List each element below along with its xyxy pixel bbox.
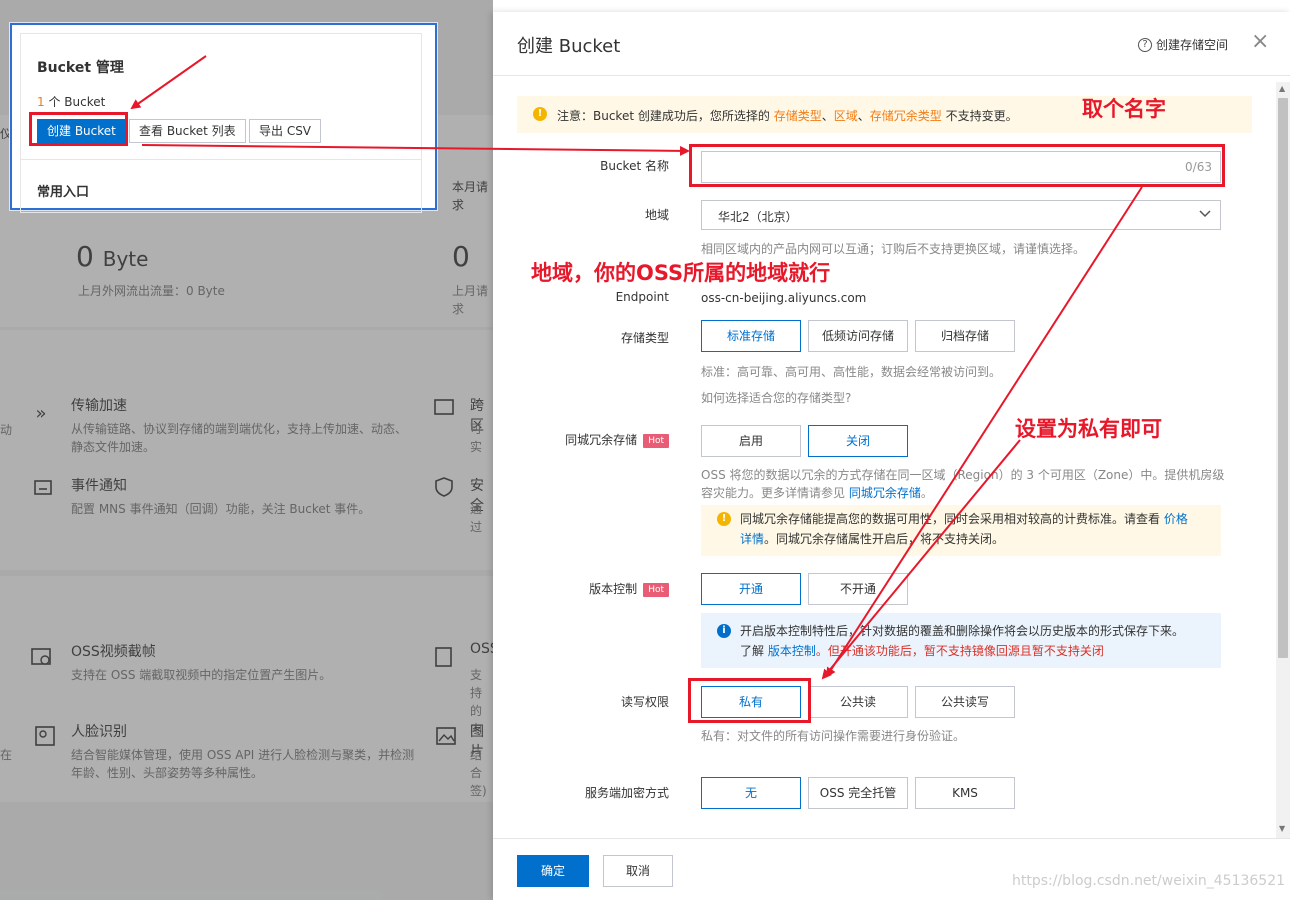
- acl-label: 读写权限: [620, 695, 669, 709]
- storage-class-label: 存储类型: [620, 331, 669, 345]
- region-select[interactable]: 华北2（北京）: [701, 200, 1221, 230]
- help-link[interactable]: ? 创建存储空间: [1138, 36, 1228, 53]
- confirm-button[interactable]: 确定: [517, 855, 589, 887]
- acl-public-read-option[interactable]: 公共读: [808, 686, 908, 718]
- chevron-down-icon: [1198, 206, 1212, 224]
- zrs-enable-option[interactable]: 启用: [701, 425, 801, 457]
- scrollbar-thumb[interactable]: [1278, 98, 1288, 658]
- versioning-label: 版本控制 Hot: [469, 580, 669, 597]
- drawer-scrollbar[interactable]: ▲ ▼: [1276, 82, 1290, 838]
- zrs-disable-option[interactable]: 关闭: [808, 425, 908, 457]
- bucket-name-label: Bucket 名称: [600, 159, 669, 173]
- storage-archive-option[interactable]: 归档存储: [915, 320, 1015, 352]
- annotation-box-create-button: [29, 112, 128, 146]
- zrs-doc-link[interactable]: 同城冗余存储: [849, 486, 921, 500]
- warning-icon: !: [717, 512, 731, 526]
- annotation-box-acl-private: [688, 678, 811, 723]
- export-csv-button[interactable]: 导出 CSV: [249, 119, 322, 143]
- warning-icon: !: [533, 107, 547, 121]
- acl-hint: 私有：对文件的所有访问操作需要进行身份验证。: [701, 729, 966, 743]
- scroll-up-icon[interactable]: ▲: [1279, 84, 1285, 93]
- annotation-name-tip: 取个名字: [1082, 97, 1166, 121]
- help-link-label: 创建存储空间: [1156, 38, 1229, 52]
- cancel-button[interactable]: 取消: [603, 855, 673, 887]
- versioning-enable-option[interactable]: 开通: [701, 573, 801, 605]
- drawer-title: 创建 Bucket: [517, 36, 621, 57]
- scroll-down-icon[interactable]: ▼: [1279, 824, 1285, 833]
- close-icon[interactable]: ×: [1251, 31, 1269, 53]
- encryption-label: 服务端加密方式: [584, 786, 669, 800]
- common-entry-title: 常用入口: [37, 185, 90, 200]
- info-icon: i: [717, 624, 731, 638]
- versioning-info-box: i 开启版本控制特性后，针对数据的覆盖和删除操作将会以历史版本的形式保存下来。 …: [701, 613, 1221, 668]
- hot-badge: Hot: [643, 583, 669, 597]
- region-value: 华北2（北京）: [718, 210, 798, 224]
- drawer-header: 创建 Bucket ? 创建存储空间 ×: [493, 12, 1290, 76]
- storage-class-help-link[interactable]: 如何选择适合您的存储类型?: [701, 389, 851, 407]
- encryption-none-option[interactable]: 无: [701, 777, 801, 809]
- help-icon: ?: [1138, 37, 1152, 52]
- bucket-card-title: Bucket 管理: [37, 60, 124, 76]
- versioning-info-text: 开启版本控制特性后，针对数据的覆盖和删除操作将会以历史版本的形式保存下来。 了解…: [740, 624, 1185, 658]
- storage-class-hint: 标准：高可靠、高可用、高性能，数据会经常被访问到。: [701, 365, 1002, 379]
- storage-standard-option[interactable]: 标准存储: [701, 320, 801, 352]
- annotation-region-tip: 地域，你的OSS所属的地域就行: [531, 261, 831, 285]
- annotation-acl-tip: 设置为私有即可: [1015, 417, 1162, 441]
- drawer-footer: 确定 取消: [493, 838, 1290, 900]
- annotation-box-bucket-name: [689, 144, 1225, 187]
- versioning-doc-link[interactable]: 版本控制: [768, 644, 816, 658]
- notice-text: 注意：Bucket 创建成功后，您所选择的 存储类型、区域、存储冗余类型 不支持…: [557, 109, 1018, 123]
- versioning-disable-option[interactable]: 不开通: [808, 573, 908, 605]
- bucket-count: 1 个 Bucket: [37, 95, 106, 109]
- view-bucket-list-button[interactable]: 查看 Bucket 列表: [129, 119, 246, 143]
- price-link[interactable]: 价格: [1164, 512, 1188, 526]
- zrs-warning-box: ! 同城冗余存储能提高您的数据可用性，同时会采用相对较高的计费标准。请查看 价格…: [701, 505, 1221, 556]
- region-label: 地域: [644, 208, 669, 222]
- acl-public-read-write-option[interactable]: 公共读写: [915, 686, 1015, 718]
- zrs-warning-text: 同城冗余存储能提高您的数据可用性，同时会采用相对较高的计费标准。请查看 价格 详…: [740, 512, 1188, 546]
- endpoint-label: Endpoint: [615, 290, 669, 304]
- encryption-oss-option[interactable]: OSS 完全托管: [808, 777, 908, 809]
- storage-ia-option[interactable]: 低频访问存储: [808, 320, 908, 352]
- encryption-kms-option[interactable]: KMS: [915, 777, 1015, 809]
- price-detail-link[interactable]: 详情: [740, 532, 764, 546]
- zrs-label: 同城冗余存储 Hot: [469, 431, 669, 448]
- region-hint: 相同区域内的产品内网可以互通；订购后不支持更换区域，请谨慎选择。: [701, 242, 1086, 256]
- endpoint-value: oss-cn-beijing.aliyuncs.com: [701, 291, 867, 305]
- zrs-description: OSS 将您的数据以冗余的方式存储在同一区域（Region）的 3 个可用区（Z…: [701, 468, 1225, 500]
- divider: [21, 159, 421, 160]
- hot-badge: Hot: [643, 434, 669, 448]
- watermark: https://blog.csdn.net/weixin_45136521: [1012, 873, 1286, 889]
